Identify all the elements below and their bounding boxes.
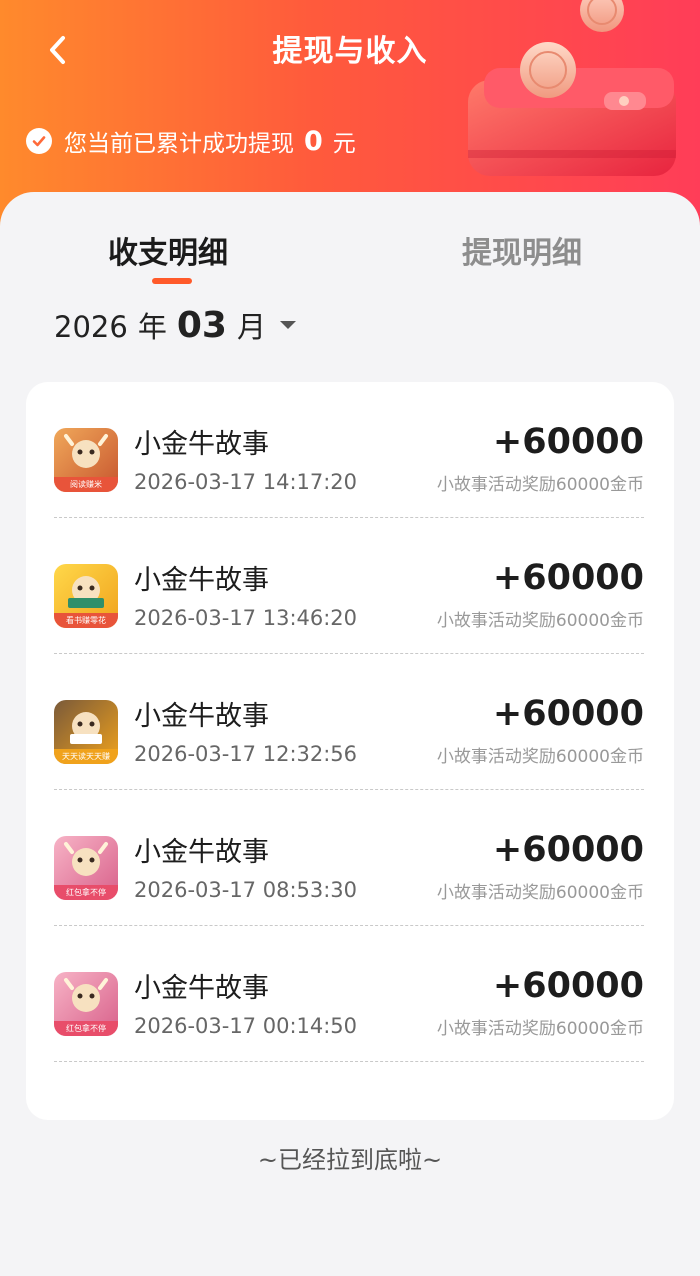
record-description: 小故事活动奖励60000金币 [436,611,644,631]
record-row[interactable]: 红包拿不停 小金牛故事 2026-03-17 00:14:50 +60000 小… [54,926,644,1062]
withdraw-summary: 您当前已累计成功提现 0 元 [26,124,356,158]
record-app-name: 小金牛故事 [134,701,269,732]
record-time: 2026-03-17 12:32:56 [134,742,358,766]
app-icon-caption: 天天读天天赚 [54,749,118,764]
record-app-name: 小金牛故事 [134,429,269,460]
summary-amount: 0 [304,125,323,157]
records-card: 阅读赚米 小金牛故事 2026-03-17 14:17:20 +60000 小故… [26,382,674,1120]
record-amount: +60000 [492,694,644,734]
summary-unit: 元 [332,131,356,157]
content-sheet: 收支明细 提现明细 2026 年 03 月 阅读赚米 小金牛故事 2026-03… [0,192,700,1276]
record-app-name: 小金牛故事 [134,837,269,868]
record-row[interactable]: 红包拿不停 小金牛故事 2026-03-17 08:53:30 +60000 小… [54,790,644,926]
app-icon: 红包拿不停 [54,972,118,1036]
record-description: 小故事活动奖励60000金币 [436,475,644,495]
record-amount: +60000 [492,558,644,598]
wallet-illustration-icon [468,0,676,176]
record-row[interactable]: 天天读天天赚 小金牛故事 2026-03-17 12:32:56 +60000 … [54,654,644,790]
summary-text: 您当前已累计成功提现 [64,131,294,157]
check-icon [26,128,52,154]
month-selector[interactable]: 2026 年 03 月 [54,304,296,346]
app-icon: 阅读赚米 [54,428,118,492]
app-icon-caption: 红包拿不停 [54,885,118,900]
record-amount: +60000 [492,830,644,870]
record-app-name: 小金牛故事 [134,565,269,596]
tab-withdraw-detail[interactable]: 提现明细 [462,228,582,272]
app-icon: 红包拿不停 [54,836,118,900]
app-icon: 天天读天天赚 [54,700,118,764]
record-time: 2026-03-17 14:17:20 [134,470,358,494]
tab-active-indicator [152,278,192,284]
record-description: 小故事活动奖励60000金币 [436,883,644,903]
caret-down-icon [279,321,296,329]
app-icon-caption: 看书赚零花 [54,613,118,628]
record-row[interactable]: 看书赚零花 小金牛故事 2026-03-17 13:46:20 +60000 小… [54,518,644,654]
app-icon: 看书赚零花 [54,564,118,628]
year-value: 2026 [54,310,128,344]
month-value: 03 [176,305,227,346]
record-amount: +60000 [492,422,644,462]
record-app-name: 小金牛故事 [134,973,269,1004]
month-unit: 月 [236,310,266,344]
record-time: 2026-03-17 13:46:20 [134,606,358,630]
record-time: 2026-03-17 00:14:50 [134,1014,358,1038]
app-icon-caption: 红包拿不停 [54,1021,118,1036]
year-unit: 年 [137,310,167,344]
app-icon-caption: 阅读赚米 [54,477,118,492]
record-description: 小故事活动奖励60000金币 [436,1019,644,1039]
record-description: 小故事活动奖励60000金币 [436,747,644,767]
record-time: 2026-03-17 08:53:30 [134,878,358,902]
end-of-list-tip: ~已经拉到底啦~ [257,1146,443,1174]
tab-bar: 收支明细 提现明细 [0,228,700,288]
record-amount: +60000 [492,966,644,1006]
tab-income-expense[interactable]: 收支明细 [108,228,228,272]
record-row[interactable]: 阅读赚米 小金牛故事 2026-03-17 14:17:20 +60000 小故… [54,382,644,518]
